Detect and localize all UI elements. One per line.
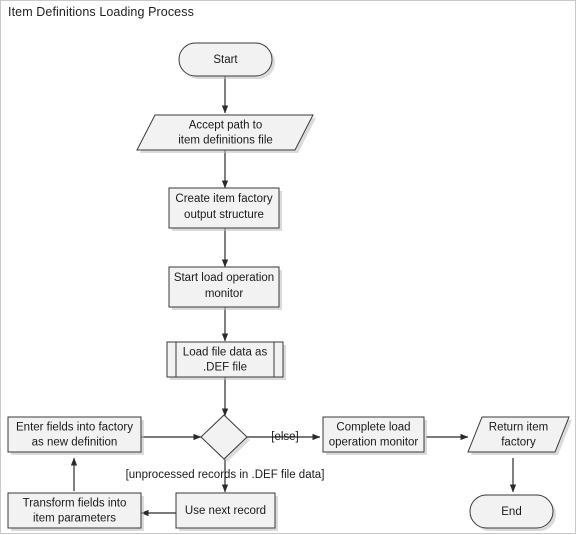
create-factory-line2: output structure — [184, 209, 264, 221]
transform-fields-line1: Transform fields into — [23, 498, 127, 510]
flowchart-canvas: Start Accept path to item definitions fi… — [7, 42, 572, 531]
node-return-factory[interactable]: Return item factory — [467, 416, 572, 455]
load-file-line2: .DEF file — [203, 362, 247, 374]
node-end[interactable]: End — [469, 494, 556, 531]
return-factory-line1: Return item — [489, 422, 548, 434]
node-create-factory[interactable]: Create item factory output structure — [168, 187, 282, 231]
use-next-record-line1: Use next record — [185, 505, 266, 517]
node-start-monitor[interactable]: Start load operation monitor — [168, 266, 282, 310]
guard-else-label: [else] — [271, 431, 299, 443]
end-label: End — [501, 506, 521, 518]
decision-shape — [200, 414, 248, 460]
create-factory-line1: Create item factory — [175, 193, 272, 205]
accept-path-line1: Accept path to — [189, 120, 263, 132]
accept-path-line2: item definitions file — [178, 135, 273, 147]
node-transform-fields[interactable]: Transform fields into item parameters — [7, 492, 144, 531]
complete-monitor-line2: operation monitor — [329, 437, 419, 449]
start-monitor-line1: Start load operation — [174, 272, 274, 284]
node-load-file[interactable]: Load file data as .DEF file — [166, 341, 286, 380]
load-file-line1: Load file data as — [183, 347, 268, 359]
start-monitor-line2: monitor — [205, 288, 244, 300]
node-accept-path[interactable]: Accept path to item definitions file — [136, 114, 316, 153]
transform-fields-line2: item parameters — [33, 513, 116, 525]
complete-monitor-line1: Complete load — [336, 422, 410, 434]
node-complete-monitor[interactable]: Complete load operation monitor — [322, 416, 427, 455]
return-factory-line2: factory — [501, 437, 536, 449]
node-start[interactable]: Start — [178, 42, 275, 79]
enter-fields-line2: as new definition — [32, 437, 118, 449]
node-decision[interactable] — [200, 414, 250, 462]
node-enter-fields[interactable]: Enter fields into factory as new definit… — [7, 416, 144, 455]
guard-loop-label: [unprocessed records in .DEF file data] — [126, 469, 325, 481]
enter-fields-line1: Enter fields into factory — [16, 422, 133, 434]
node-use-next-record[interactable]: Use next record — [175, 492, 278, 531]
start-label: Start — [213, 54, 238, 66]
